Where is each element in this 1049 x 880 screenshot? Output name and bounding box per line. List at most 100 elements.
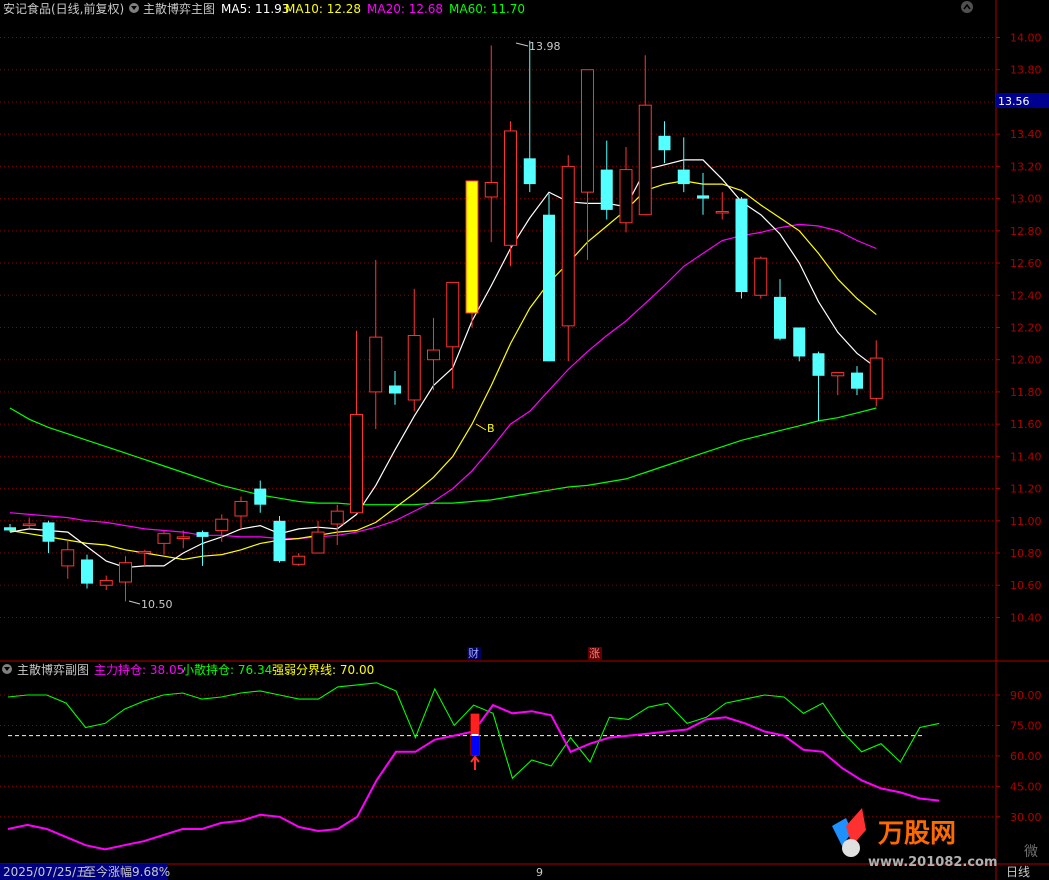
candle-body [369, 336, 383, 393]
signal-bar-top [471, 714, 479, 734]
sub-tick-label: 45.00 [1010, 780, 1042, 793]
price-tick-label: 12.60 [1010, 257, 1042, 270]
candle-body [793, 327, 806, 357]
candle[interactable] [465, 180, 479, 328]
event-cai[interactable]: 财 [468, 646, 479, 660]
logo-side-text: 微 [1024, 844, 1038, 860]
status-page-num: 9 [536, 866, 543, 879]
candle-body [350, 413, 363, 514]
main-indicator-name[interactable]: 主散博弈主图 [143, 1, 215, 16]
candle[interactable] [330, 504, 344, 545]
candle[interactable] [774, 279, 786, 341]
candle[interactable] [427, 317, 440, 391]
candle-body [138, 550, 152, 554]
candle[interactable] [292, 553, 306, 566]
candle[interactable] [234, 496, 248, 529]
candle[interactable] [254, 480, 267, 513]
price-tick-label: 13.40 [1010, 128, 1042, 141]
candle[interactable] [484, 45, 498, 243]
candle[interactable] [81, 554, 93, 589]
candle[interactable] [697, 172, 709, 215]
sub-tick-label: 30.00 [1010, 811, 1042, 824]
candle[interactable] [157, 530, 171, 555]
candle[interactable] [851, 366, 863, 396]
price-tick-label: 12.40 [1010, 289, 1042, 302]
price-axis: 14.0013.8013.6013.4013.2013.0012.8012.60… [996, 32, 1049, 624]
candle[interactable] [350, 330, 363, 514]
candle[interactable] [581, 69, 594, 260]
high-price-label: 13.98 [529, 40, 561, 53]
candle[interactable] [735, 196, 748, 299]
ma-legend-item: MA5: 11.93 [221, 2, 289, 16]
candle-body [311, 531, 325, 554]
candle[interactable] [812, 351, 825, 421]
candle[interactable] [619, 147, 633, 233]
candle[interactable] [561, 155, 575, 362]
candle[interactable] [389, 370, 401, 405]
ma-legend-item: MA60: 11.70 [449, 2, 525, 16]
close-panel-button[interactable] [961, 1, 973, 13]
candle-body [504, 130, 517, 246]
candle-body [677, 169, 690, 185]
candle[interactable] [543, 193, 555, 362]
candle[interactable] [446, 281, 460, 389]
candle[interactable] [119, 556, 132, 602]
price-tick-label: 12.80 [1010, 225, 1042, 238]
sub-title-bar: 主散博弈副图 主力持仓: 38.05小散持仓: 76.34 强弱分界线: 70.0… [2, 662, 374, 677]
candle-body [389, 385, 401, 394]
candle[interactable] [638, 55, 652, 216]
logo-brand-text: 万股网 [878, 819, 956, 849]
candle[interactable] [196, 530, 209, 566]
candle-body [234, 500, 248, 517]
sub-legend: 主力持仓: 38.05小散持仓: 76.34 强弱分界线: 70.00 [94, 662, 374, 677]
candle-body [523, 158, 536, 185]
candle-body [99, 579, 113, 586]
sub-indicator-name[interactable]: 主散博弈副图 [17, 662, 89, 677]
candle[interactable] [311, 520, 325, 554]
candle[interactable] [407, 288, 421, 412]
candle-body [119, 562, 132, 583]
logo-face-icon [842, 839, 860, 857]
price-tick-label: 13.00 [1010, 193, 1042, 206]
candle[interactable] [677, 137, 690, 193]
main-chart-panel[interactable]: 13.98 10.50 B 财 涨 [0, 0, 1049, 880]
candle[interactable] [658, 121, 671, 164]
price-tick-label: 10.60 [1010, 579, 1042, 592]
candle-body [157, 533, 171, 544]
logo-url-text: www.201082.com [868, 855, 998, 870]
candle[interactable] [138, 549, 152, 566]
candle-body [292, 555, 306, 565]
candle[interactable] [369, 259, 383, 429]
candle[interactable] [22, 517, 36, 529]
candle[interactable] [61, 540, 75, 579]
candle[interactable] [504, 121, 517, 267]
candle-body [484, 181, 498, 198]
price-tick-label: 11.60 [1010, 418, 1042, 431]
low-pointer-icon [128, 600, 141, 605]
price-tick-label: 12.00 [1010, 354, 1042, 367]
candle[interactable] [715, 192, 729, 220]
candle[interactable] [600, 140, 613, 220]
event-zhang[interactable]: 涨 [589, 647, 600, 660]
candle[interactable] [754, 256, 768, 299]
candle-body [61, 549, 75, 567]
candle[interactable] [215, 514, 229, 542]
buy-pointer-icon [475, 423, 487, 431]
candle[interactable] [42, 520, 55, 554]
candle[interactable] [99, 575, 113, 591]
candle[interactable] [523, 40, 536, 193]
price-tick-label: 13.80 [1010, 64, 1042, 77]
candle-body [619, 169, 633, 224]
period-label[interactable]: 日线 [1006, 865, 1030, 879]
candle-body [81, 559, 93, 584]
candle-body [658, 135, 671, 151]
candle-body [831, 372, 845, 377]
candle[interactable] [831, 372, 845, 396]
brand-logo: 万股网 www.201082.com 微 [832, 808, 1038, 870]
candle[interactable] [869, 340, 883, 407]
candle-body [543, 214, 555, 362]
candle[interactable] [273, 515, 286, 563]
candle-body [774, 296, 786, 339]
candle[interactable] [793, 327, 806, 362]
stock-title[interactable]: 安记食品(日线,前复权) [3, 1, 124, 16]
